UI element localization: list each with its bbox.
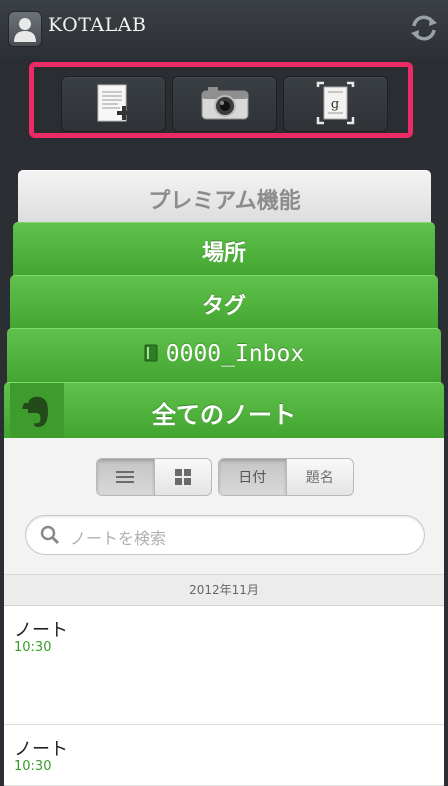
premium-features-label: プレミアム機能 (148, 189, 301, 214)
note-title: ノート (14, 620, 68, 641)
date-section-header: 2012年11月 (4, 575, 444, 606)
notebook-label-row: 0000_Inbox (7, 329, 441, 367)
quick-actions-highlight (29, 62, 413, 138)
search-field[interactable]: ノートを検索 (25, 515, 425, 555)
notebook-name: 0000_Inbox (165, 341, 305, 367)
list-view-button[interactable] (97, 459, 154, 495)
search-placeholder: ノートを検索 (70, 529, 167, 548)
view-mode-toggle (96, 458, 212, 496)
sort-toggle: 日付 題名 (218, 458, 354, 496)
note-time: 10:30 (14, 759, 52, 774)
grid-view-button[interactable] (153, 459, 212, 495)
account-name[interactable]: KOTALAB (48, 14, 146, 36)
sort-by-date-button[interactable]: 日付 (219, 459, 286, 495)
account-avatar-icon[interactable] (8, 11, 42, 47)
note-title: ノート (14, 739, 68, 760)
list-view-icon (116, 471, 135, 483)
tags-card[interactable]: タグ (10, 275, 438, 336)
top-bar: KOTALAB (0, 0, 448, 59)
note-list-item[interactable]: ノート 10:30 (4, 606, 444, 725)
sync-icon[interactable] (408, 12, 440, 44)
notebook-icon (144, 344, 158, 362)
tags-label: タグ (201, 294, 246, 319)
note-time: 10:30 (14, 640, 52, 655)
grid-view-icon (174, 469, 191, 485)
note-list-item[interactable]: ノート 10:30 (4, 725, 444, 786)
search-icon (40, 525, 60, 545)
places-card[interactable]: 場所 (13, 222, 435, 283)
notebook-card[interactable]: 0000_Inbox (7, 328, 441, 389)
sort-by-title-button[interactable]: 題名 (285, 459, 354, 495)
all-notes-title: 全てのノート (152, 401, 296, 429)
places-label: 場所 (201, 241, 246, 266)
all-notes-card[interactable]: 全てのノート (4, 382, 444, 455)
